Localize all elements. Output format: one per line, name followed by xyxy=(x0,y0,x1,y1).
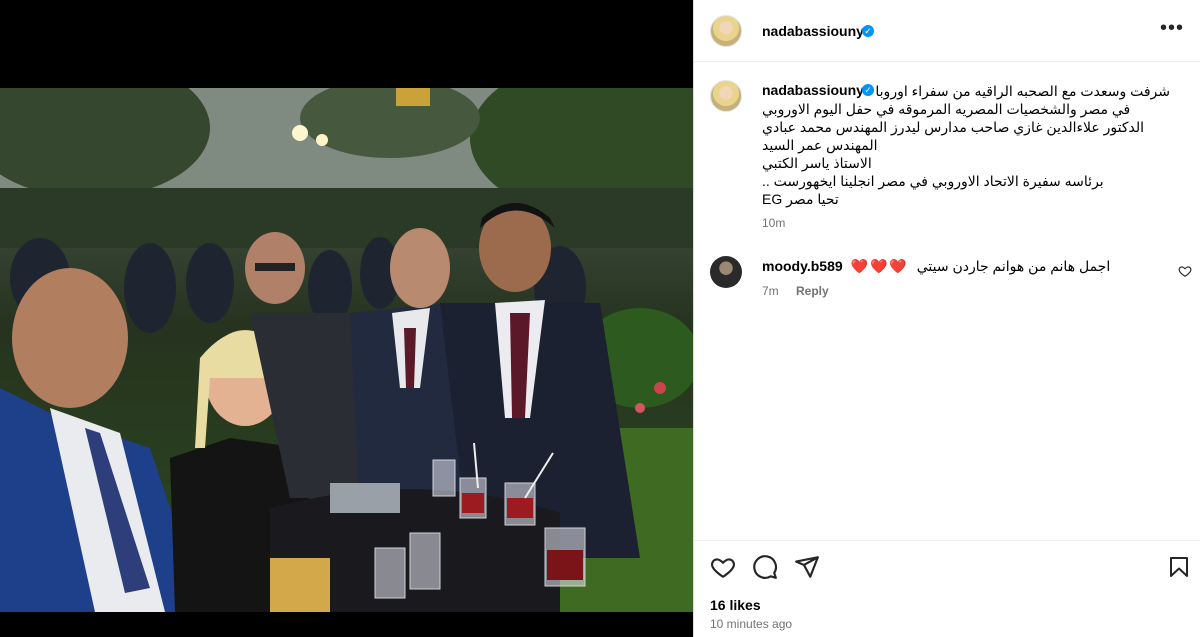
post-timestamp: 10 minutes ago xyxy=(710,617,793,631)
reply-button[interactable]: Reply xyxy=(796,284,829,298)
caption-avatar[interactable] xyxy=(710,80,742,112)
avatar[interactable] xyxy=(710,15,742,47)
comment-like-icon[interactable] xyxy=(1178,264,1192,278)
caption-line: في مصر والشخصيات المصريه المرموقه في حفل… xyxy=(762,101,1131,117)
caption-line: المهندس عمر السيد xyxy=(762,137,878,153)
share-icon[interactable] xyxy=(794,554,820,580)
instagram-post-view: nadabassiouny ✓ ••• nadabassiouny ✓ شرفت… xyxy=(0,0,1200,637)
caption-line: الدكتور علاءالدين غازي صاحب مدارس ليدرز … xyxy=(762,119,1145,135)
photo-illustration xyxy=(0,88,693,612)
comment-icon[interactable] xyxy=(752,554,778,580)
caption-line: تحيا مصر EG xyxy=(762,191,839,207)
comment-body: اجمل هانم من هوانم جاردن سيتي xyxy=(916,258,1111,274)
more-options-icon[interactable]: ••• xyxy=(1160,18,1184,38)
caption-line: برئاسه سفيرة الاتحاد الاوروبي في مصر انج… xyxy=(762,173,1104,189)
post-caption: شرفت وسعدت مع الصحبه الراقيه من سفراء او… xyxy=(762,82,1170,208)
likes-count[interactable]: 16 likes xyxy=(710,597,761,613)
action-bar xyxy=(694,540,1200,579)
post-photo[interactable] xyxy=(0,88,693,612)
caption-line: الاستاذ ياسر الكتبي xyxy=(762,155,872,171)
comment-meta: 7m Reply xyxy=(762,284,843,298)
heart-icon[interactable] xyxy=(710,554,736,580)
comment-username[interactable]: moody.b589 xyxy=(762,258,843,274)
caption-username[interactable]: nadabassiouny xyxy=(762,82,864,98)
post-header: nadabassiouny ✓ ••• xyxy=(694,0,1200,62)
post-sidebar: nadabassiouny ✓ ••• nadabassiouny ✓ شرفت… xyxy=(693,0,1200,637)
heart-emoji-group: ❤️❤️❤️ xyxy=(850,258,909,274)
header-username[interactable]: nadabassiouny xyxy=(762,23,864,39)
bookmark-icon[interactable] xyxy=(1167,554,1191,580)
verified-badge-icon: ✓ xyxy=(862,25,874,37)
verified-badge-icon: ✓ xyxy=(862,84,874,96)
caption-timestamp: 10m xyxy=(762,216,786,230)
comment: moody.b589 ❤️❤️❤️ اجمل هانم من هوانم جار… xyxy=(762,258,1110,275)
media-panel xyxy=(0,0,693,637)
comment-timestamp: 7m xyxy=(762,284,779,298)
comment-avatar[interactable] xyxy=(710,256,742,288)
